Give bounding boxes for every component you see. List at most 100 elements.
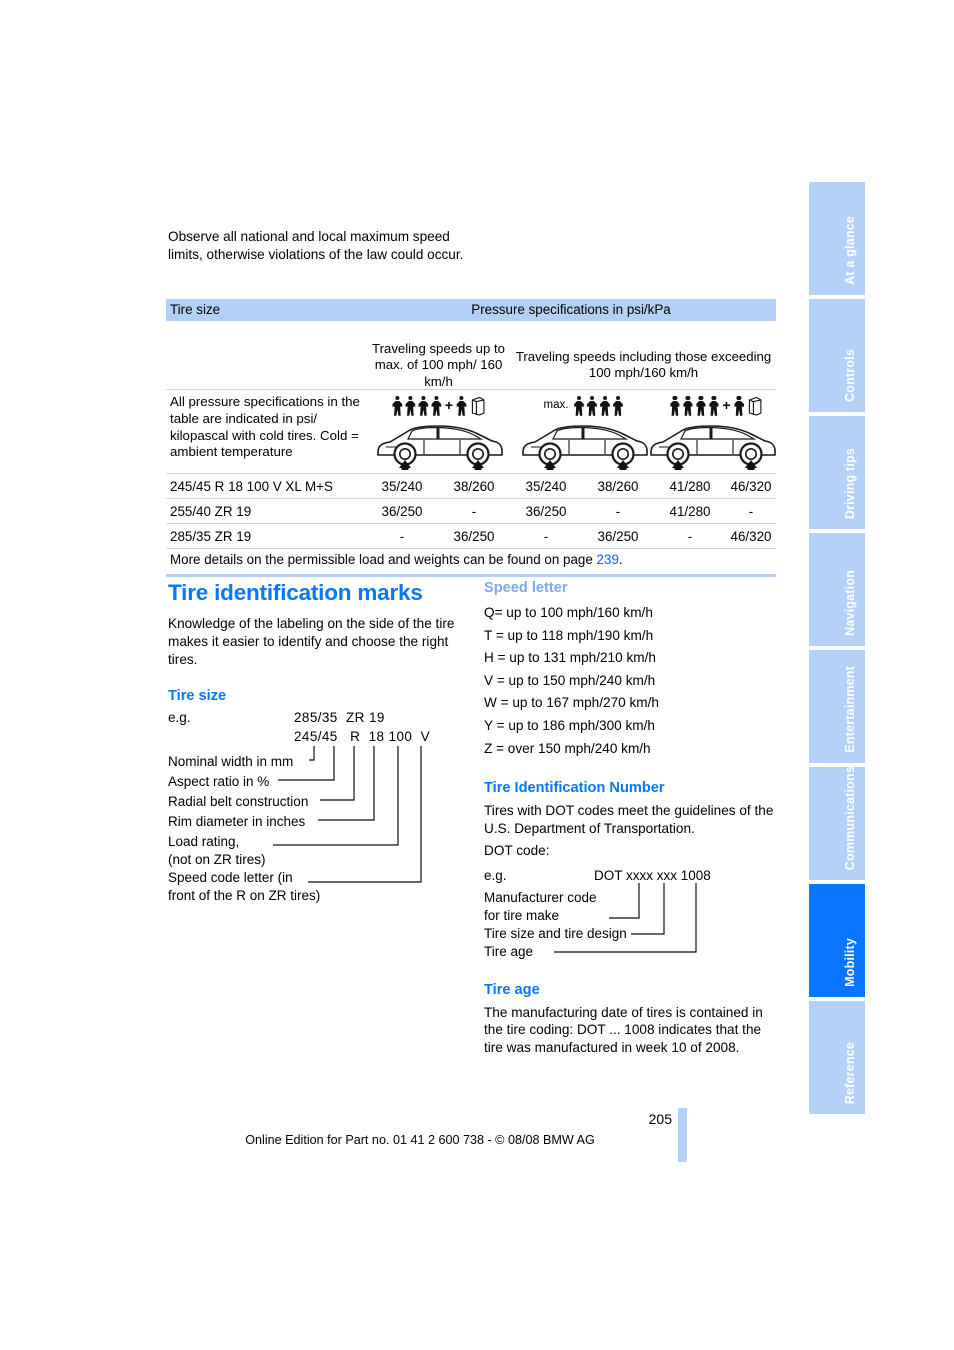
pictogram-cell-2: max. <box>511 390 656 473</box>
occupant-icons: + <box>669 394 762 416</box>
edition-footer-text: Online Edition for Part no. 01 41 2 600 … <box>245 1133 595 1147</box>
tire-age-paragraph: The manufacturing date of tires is conta… <box>484 1004 763 1056</box>
subheader-speeds-exceeding: Traveling speeds including those exceedi… <box>515 349 772 381</box>
max-label: max. <box>543 399 569 411</box>
car-side-view-icon <box>521 425 648 470</box>
tab-label: Entertainment <box>842 666 857 753</box>
pressure-value: 36/250 <box>525 503 567 519</box>
section-tab-strip: At a glance Controls Driving tips Naviga… <box>809 182 865 1159</box>
tab-label: Communications <box>842 765 857 870</box>
person-icon <box>708 396 719 416</box>
tab-at-a-glance[interactable]: At a glance <box>809 182 865 295</box>
table-footnote: More details on the permissible load and… <box>166 548 776 577</box>
left-intro-paragraph: Knowledge of the labeling on the side of… <box>168 616 455 667</box>
tab-reference[interactable]: Reference <box>809 1001 865 1114</box>
speed-letter-item: T = up to 118 mph/190 km/h <box>484 627 654 643</box>
table-header-pressure-spec: Pressure specifications in psi/kPa <box>471 302 671 317</box>
plus-sign: + <box>444 397 454 413</box>
person-icon <box>586 396 597 416</box>
tab-navigation[interactable]: Navigation <box>809 533 865 646</box>
table-row: 285/35 ZR 19 - 36/250 - 36/250 - 46/320 <box>166 523 776 548</box>
tire-age-heading: Tire age <box>484 981 540 998</box>
tab-mobility[interactable]: Mobility <box>809 884 865 997</box>
pressure-value: - <box>399 528 405 544</box>
table-row: 245/45 R 18 100 V XL M+S 35/240 38/260 3… <box>166 473 776 498</box>
tab-label: Mobility <box>842 938 857 987</box>
tire-size-value: 285/35 ZR 19 <box>170 528 252 544</box>
loading-pictogram-max-four: max. <box>513 394 655 470</box>
tab-driving-tips[interactable]: Driving tips <box>809 416 865 529</box>
person-icon <box>612 396 623 416</box>
person-icon <box>669 396 680 416</box>
luggage-icon <box>470 396 485 416</box>
occupant-icons: max. <box>544 394 624 416</box>
pressure-value: - <box>615 503 621 519</box>
pictogram-cell-1: + <box>366 390 511 473</box>
dot-code-label: DOT code: <box>484 842 550 858</box>
plus-sign: + <box>722 397 731 413</box>
speed-letter-item: V = up to 150 mph/240 km/h <box>484 672 656 688</box>
tab-controls[interactable]: Controls <box>809 299 865 412</box>
tire-identification-number-heading: Tire Identification Number <box>484 780 665 797</box>
pressure-value: 46/320 <box>730 478 772 494</box>
tire-size-value: 245/45 R 18 100 V XL M+S <box>170 478 333 494</box>
pressure-note-text: All pressure specifications in the table… <box>170 394 360 460</box>
loading-pictogram-four-plus-one-luggage: + <box>368 394 510 470</box>
speed-letter-item: Z = over 150 mph/240 km/h <box>484 740 651 756</box>
speed-letter-list: Q= up to 100 mph/160 km/h T = up to 118 … <box>484 602 778 760</box>
pressure-value: 36/250 <box>597 528 639 544</box>
pressure-value: 41/280 <box>669 503 711 519</box>
person-icon <box>456 396 467 416</box>
footnote-period: . <box>618 552 623 567</box>
tab-communications[interactable]: Communications <box>809 765 865 880</box>
pressure-value: 46/320 <box>730 528 772 544</box>
table-header-tire-size: Tire size <box>170 302 221 317</box>
footnote-text: More details on the permissible load and… <box>170 552 597 567</box>
pressure-value: 35/240 <box>381 478 423 494</box>
tab-label: At a glance <box>842 216 857 285</box>
tab-label: Controls <box>842 349 857 402</box>
tire-size-callout-diagram: e.g. 285/35 ZR 19 245/45 R 18 100 V Nomi… <box>168 710 458 903</box>
car-side-view-icon <box>376 425 503 470</box>
footer-accent-bar <box>678 1108 687 1162</box>
dot-code-callout-diagram: e.g. DOT xxxx xxx 1008 Manufacturer code… <box>484 868 774 964</box>
person-icon <box>734 396 745 416</box>
speed-letter-item: H = up to 131 mph/210 km/h <box>484 650 656 666</box>
tin-paragraph: Tires with DOT codes meet the guidelines… <box>484 803 774 836</box>
callout-leader-lines <box>273 746 422 883</box>
tab-label: Reference <box>842 1041 857 1104</box>
person-icon <box>682 396 693 416</box>
speed-letter-item: Q= up to 100 mph/160 km/h <box>484 605 653 620</box>
pressure-value: 38/260 <box>597 478 639 494</box>
occupant-icons: + <box>392 394 485 416</box>
pressure-value: 36/250 <box>381 503 423 519</box>
speed-letter-item: Y = up to 186 mph/300 km/h <box>484 717 655 733</box>
pressure-value: 41/280 <box>669 478 711 494</box>
page-reference-link[interactable]: 239 <box>597 552 619 567</box>
person-icon <box>695 396 706 416</box>
dot-leader-lines <box>554 882 697 953</box>
left-content-column: Tire identification marks Knowledge of t… <box>168 580 466 903</box>
pictogram-row: All pressure specifications in the table… <box>166 389 776 473</box>
tire-pressure-table: Tire size Pressure specifications in psi… <box>166 299 776 577</box>
manual-page: Observe all national and local maximum s… <box>0 0 954 1350</box>
tire-size-value: 255/40 ZR 19 <box>170 503 252 519</box>
subheader-speeds-up-to: Traveling speeds up to max. of 100 mph/ … <box>372 341 505 389</box>
pictogram-cell-3: + <box>650 390 776 473</box>
pressure-value: 35/240 <box>525 478 567 494</box>
intro-paragraph: Observe all national and local maximum s… <box>168 229 464 262</box>
loading-pictogram-four-plus-one-luggage: + <box>641 394 791 470</box>
luggage-icon <box>748 396 763 416</box>
table-row: 255/40 ZR 19 36/250 - 36/250 - 41/280 - <box>166 498 776 523</box>
person-icon <box>392 396 403 416</box>
tire-size-heading: Tire size <box>168 688 227 705</box>
pressure-value: - <box>471 503 477 519</box>
right-content-column: Speed letter Q= up to 100 mph/160 km/h T… <box>484 580 778 1057</box>
pressure-value: - <box>687 528 693 544</box>
speed-letter-item: W = up to 167 mph/270 km/h <box>484 695 659 711</box>
person-icon <box>599 396 610 416</box>
tab-entertainment[interactable]: Entertainment <box>809 650 865 763</box>
pressure-value: - <box>748 503 754 519</box>
page-number: 205 <box>648 1111 672 1127</box>
person-icon <box>418 396 429 416</box>
